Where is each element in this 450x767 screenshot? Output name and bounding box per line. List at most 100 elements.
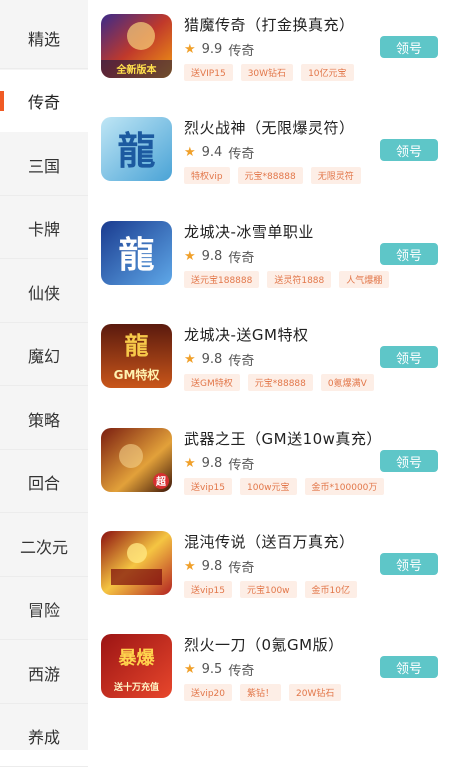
game-tags: 送VIP15 30W钻石 10亿元宝 <box>184 64 354 81</box>
category-maoxian[interactable]: 冒险 <box>0 578 88 640</box>
game-score: 9.8 <box>201 456 223 471</box>
game-icon[interactable] <box>101 531 172 595</box>
category-label: 精选 <box>27 29 60 49</box>
game-title: 烈火一刀（0氪GM版） <box>184 636 344 654</box>
thumb-text: 龍 <box>118 235 154 276</box>
game-tags: 送vip15 100w元宝 金币*100000万 <box>184 478 385 495</box>
category-label: 三国 <box>27 156 60 176</box>
game-rating: ★ 9.9 传奇 <box>184 40 254 59</box>
game-tag: 送VIP15 <box>184 64 233 81</box>
game-icon[interactable]: 暴爆 送十万充值 <box>101 634 172 698</box>
game-tag: 元宝100w <box>240 581 297 598</box>
category-xianxia[interactable]: 仙侠 <box>0 261 88 323</box>
game-genre: 传奇 <box>228 354 255 369</box>
game-tag: 无限灵符 <box>310 167 361 184</box>
game-tag: 20W钻石 <box>289 684 342 701</box>
game-tags: 特权vip 元宝*88888 无限灵符 <box>184 167 361 184</box>
category-kapai[interactable]: 卡牌 <box>0 197 88 259</box>
game-item[interactable]: 暴爆 送十万充值 烈火一刀（0氪GM版） ★ 9.5 传奇 送vip20 紫钻！ 2… <box>88 620 450 723</box>
game-genre: 传奇 <box>228 251 255 266</box>
claim-button[interactable]: 领号 <box>380 36 438 58</box>
game-tag: 0氪爆满V <box>320 374 374 391</box>
star-icon: ★ <box>184 42 196 57</box>
game-score: 9.8 <box>201 352 223 367</box>
game-genre: 传奇 <box>228 664 255 679</box>
game-rating: ★ 9.4 传奇 <box>184 143 254 162</box>
active-indicator <box>0 91 4 111</box>
game-tag: 送元宝188888 <box>184 271 260 288</box>
game-title: 猎魔传奇（打金换真充） <box>184 16 355 34</box>
star-icon: ★ <box>184 559 196 574</box>
game-tag: 元宝*88888 <box>247 374 313 391</box>
category-chuanqi[interactable]: 传奇 <box>0 70 88 132</box>
game-icon[interactable]: 龍 GM特权 <box>101 324 172 388</box>
category-jingxuan[interactable]: 精选 <box>0 7 88 69</box>
game-tag: 送GM特权 <box>184 374 240 391</box>
game-title: 龙城决-送GM特权 <box>184 326 309 344</box>
game-score: 9.8 <box>201 249 223 264</box>
star-icon: ★ <box>184 456 196 471</box>
claim-button[interactable]: 领号 <box>380 243 438 265</box>
game-tags: 送元宝188888 送灵符1888 人气爆棚 <box>184 271 390 288</box>
game-tag: 金币10亿 <box>304 581 357 598</box>
game-tag: 送灵符1888 <box>267 271 332 288</box>
claim-button[interactable]: 领号 <box>380 139 438 161</box>
category-label: 策略 <box>27 410 60 430</box>
category-xiyou[interactable]: 西游 <box>0 642 88 704</box>
game-tag: 送vip15 <box>184 581 232 598</box>
category-label: 二次元 <box>19 537 68 557</box>
star-icon: ★ <box>184 145 196 160</box>
game-item[interactable]: 全新版本 猎魔传奇（打金换真充） ★ 9.9 传奇 送VIP15 30W钻石 10亿… <box>88 0 450 103</box>
game-rating: ★ 9.8 传奇 <box>184 247 254 266</box>
category-erciyuan[interactable]: 二次元 <box>0 515 88 577</box>
game-item[interactable]: 超 武器之王（GM送10w真充） ★ 9.8 传奇 送vip15 100w元宝 金币… <box>88 414 450 517</box>
claim-button[interactable]: 领号 <box>380 553 438 575</box>
game-tag: 人气爆棚 <box>339 271 390 288</box>
category-sanguo[interactable]: 三国 <box>0 134 88 196</box>
game-rating: ★ 9.8 传奇 <box>184 557 254 576</box>
thumb-text: 送十万充值 <box>113 681 159 693</box>
category-mohuan[interactable]: 魔幻 <box>0 324 88 386</box>
game-tag: 30W钻石 <box>240 64 294 81</box>
category-huihe[interactable]: 回合 <box>0 451 88 513</box>
category-yangcheng[interactable]: 养成 <box>0 705 88 767</box>
game-item[interactable]: 龍 烈火战神（无限爆灵符） ★ 9.4 传奇 特权vip 元宝*88888 无限灵符… <box>88 103 450 206</box>
game-item[interactable]: 龍 龙城决-冰雪单职业 ★ 9.8 传奇 送元宝188888 送灵符1888 人气爆… <box>88 207 450 310</box>
game-item[interactable]: 混沌传说（送百万真充） ★ 9.8 传奇 送vip15 元宝100w 金币10亿 领… <box>88 517 450 620</box>
claim-button[interactable]: 领号 <box>380 346 438 368</box>
game-icon[interactable]: 超 <box>101 428 172 492</box>
game-title: 龙城决-冰雪单职业 <box>184 223 314 241</box>
game-icon[interactable]: 全新版本 <box>101 14 172 78</box>
game-genre: 传奇 <box>228 561 255 576</box>
game-tag: 元宝*88888 <box>237 167 303 184</box>
game-tag: 送vip20 <box>184 684 232 701</box>
category-label: 卡牌 <box>27 219 60 239</box>
game-icon[interactable]: 龍 <box>101 117 172 181</box>
game-title: 武器之王（GM送10w真充） <box>184 430 382 448</box>
game-score: 9.4 <box>201 145 223 160</box>
game-tags: 送vip20 紫钻！ 20W钻石 <box>184 684 342 701</box>
game-tag: 特权vip <box>184 167 230 184</box>
game-icon[interactable]: 龍 <box>101 221 172 285</box>
game-item[interactable]: 龍 GM特权 龙城决-送GM特权 ★ 9.8 传奇 送GM特权 元宝*88888 0… <box>88 310 450 413</box>
claim-button[interactable]: 领号 <box>380 656 438 678</box>
star-icon: ★ <box>184 662 196 677</box>
game-rating: ★ 9.8 传奇 <box>184 350 254 369</box>
game-score: 9.8 <box>201 559 223 574</box>
game-title: 混沌传说（送百万真充） <box>184 533 355 551</box>
game-list: 全新版本 猎魔传奇（打金换真充） ★ 9.9 传奇 送VIP15 30W钻石 10亿… <box>88 0 450 750</box>
category-label: 传奇 <box>27 93 60 112</box>
category-label: 回合 <box>27 473 60 493</box>
game-tag: 金币*100000万 <box>304 478 385 495</box>
category-label: 养成 <box>27 727 60 747</box>
category-label: 冒险 <box>27 600 60 620</box>
claim-button[interactable]: 领号 <box>380 450 438 472</box>
category-label: 西游 <box>27 664 60 684</box>
game-rating: ★ 9.8 传奇 <box>184 454 254 473</box>
thumb-glyph: 暴爆 <box>119 648 156 669</box>
category-celue[interactable]: 策略 <box>0 388 88 450</box>
category-label: 仙侠 <box>27 283 60 303</box>
game-tag: 送vip15 <box>184 478 232 495</box>
game-genre: 传奇 <box>228 458 255 473</box>
game-rating: ★ 9.5 传奇 <box>184 660 254 679</box>
